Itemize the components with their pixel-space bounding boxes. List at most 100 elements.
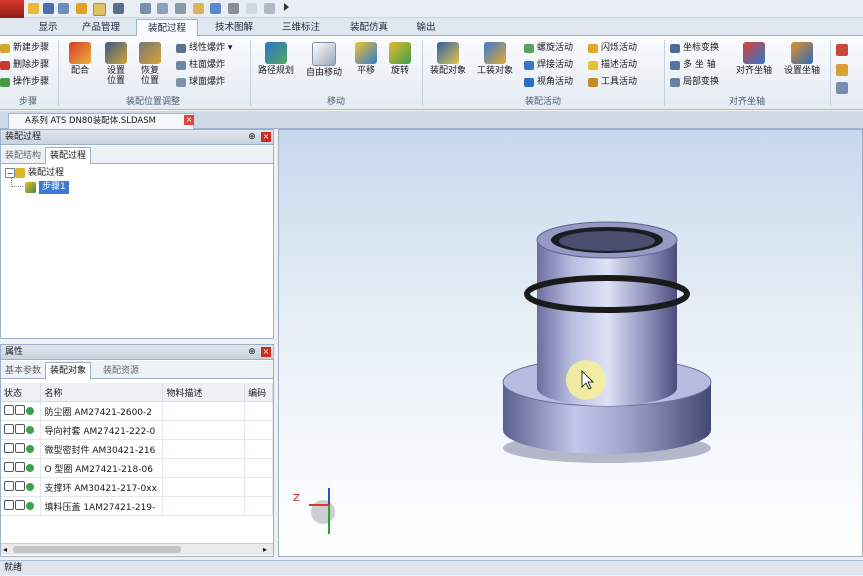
rotate-button[interactable]: 旋转 — [384, 42, 416, 76]
path-plan-button[interactable]: 路径规划 — [254, 42, 298, 76]
delete-step-button[interactable]: 删除步骤 — [0, 58, 49, 73]
tree-expander[interactable]: − — [5, 168, 15, 178]
axis-triad[interactable]: Z — [293, 488, 335, 534]
free-move-button[interactable]: 自由移动 — [302, 42, 346, 78]
column-header-status[interactable]: 状态 — [1, 383, 42, 402]
table-row[interactable]: 支撑环 AM30421-217-0xx — [1, 477, 273, 497]
axis-transform-button[interactable]: 坐标变换 — [670, 41, 719, 56]
table-row[interactable]: 填料压盖 1AM27421-219- — [1, 496, 273, 516]
3d-model-canvas[interactable]: Z — [279, 130, 862, 556]
action-step-icon — [0, 78, 10, 87]
tree-root[interactable]: 装配过程 — [28, 167, 64, 179]
view-activity-button[interactable]: 视角活动 — [524, 75, 573, 90]
overflow-tool-icon[interactable] — [836, 82, 848, 94]
linear-explode-button[interactable]: 线性爆炸 ▾ — [176, 41, 232, 56]
tab-assembly-objects[interactable]: 装配对象 — [45, 362, 92, 379]
new-step-icon — [0, 44, 10, 53]
column-header-name[interactable]: 名称 — [40, 383, 164, 402]
pan-icon[interactable] — [113, 3, 124, 14]
tab-output[interactable]: 输出 — [408, 19, 444, 36]
tab-display[interactable]: 显示 — [30, 19, 66, 36]
save-icon[interactable] — [43, 3, 54, 14]
column-header-material[interactable]: 物料描述 — [162, 383, 246, 402]
pin-icon[interactable]: ⊕ — [247, 132, 257, 142]
column-header-code[interactable]: 编码 — [244, 383, 273, 402]
horizontal-scrollbar[interactable]: ◂ ▸ — [1, 543, 273, 555]
cylinder-explode-button[interactable]: 柱面爆炸 — [176, 58, 225, 73]
set-axis-button[interactable]: 设置坐轴 — [780, 42, 824, 76]
new-step-button[interactable]: 新建步骤 — [0, 41, 49, 56]
scrollbar-thumb[interactable] — [13, 546, 181, 553]
open-icon[interactable] — [28, 3, 39, 14]
align-axis-button[interactable]: 对齐坐轴 — [732, 42, 776, 76]
close-icon[interactable]: × — [261, 132, 271, 142]
fit-button[interactable]: 配合 — [64, 42, 96, 76]
scroll-left-icon[interactable]: ◂ — [3, 545, 7, 554]
save-as-icon[interactable] — [58, 3, 69, 14]
assembly-object-button[interactable]: 装配对象 — [426, 42, 470, 76]
select-icon[interactable] — [93, 3, 106, 16]
tab-tech-illustration[interactable]: 技术图解 — [206, 19, 262, 36]
refresh-icon[interactable] — [264, 3, 275, 14]
path-plan-icon — [265, 42, 287, 64]
tab-basic-params[interactable]: 基本参数 — [1, 363, 45, 379]
visibility-icon[interactable] — [4, 424, 14, 434]
zoom-window-icon[interactable] — [157, 3, 168, 14]
zoom-icon[interactable] — [140, 3, 151, 14]
overflow-tool-icon[interactable] — [836, 44, 848, 56]
table-row[interactable]: O 型圈 AM27421-218-06 — [1, 458, 273, 478]
move-icon[interactable] — [76, 3, 87, 14]
table-row[interactable]: 防尘圈 AM27421-2600-2 — [1, 401, 273, 421]
light-icon[interactable] — [193, 3, 204, 14]
link-icon[interactable] — [228, 3, 239, 14]
flash-activity-button[interactable]: 闪烁活动 — [588, 41, 637, 56]
restore-position-button[interactable]: 恢复 位置 — [134, 42, 166, 86]
overflow-tool-icon[interactable] — [836, 64, 848, 76]
view-arrow-icon[interactable] — [210, 3, 221, 14]
sphere-explode-button[interactable]: 球面爆炸 — [176, 75, 225, 90]
document-tab[interactable]: A系列 ATS DN80装配体.SLDASM — [8, 113, 194, 129]
group-label-activity: 装配活动 — [524, 97, 561, 107]
close-icon[interactable]: × — [184, 115, 194, 125]
multi-axis-button[interactable]: 多 坐 轴 — [670, 58, 716, 73]
visibility-icon[interactable] — [4, 481, 14, 491]
tab-assembly-structure[interactable]: 装配结构 — [1, 148, 45, 164]
translate-button[interactable]: 平移 — [350, 42, 382, 76]
table-row[interactable]: 导向衬套 AM27421-222-0 — [1, 420, 273, 440]
visibility-icon[interactable] — [4, 462, 14, 472]
ribbon-tabs: 显示 产品管理 装配过程 技术图解 三维标注 装配仿真 输出 — [0, 18, 863, 38]
pin-icon[interactable]: ⊕ — [247, 347, 257, 357]
tool-activity-button[interactable]: 工具活动 — [588, 75, 637, 90]
tree-item-step-1[interactable]: 步骤1 — [39, 181, 69, 194]
visibility-icon[interactable] — [4, 500, 14, 510]
describe-activity-button[interactable]: 描述活动 — [588, 58, 637, 73]
ribbon-separator — [664, 40, 665, 106]
local-transform-button[interactable]: 局部变换 — [670, 75, 719, 90]
visibility-icon[interactable] — [4, 405, 14, 415]
tab-3d-annotation[interactable]: 三维标注 — [272, 19, 330, 36]
app-logo-icon[interactable] — [0, 0, 24, 18]
bushing-part[interactable] — [502, 221, 712, 463]
table-row[interactable]: 微型密封件 AM30421-216 — [1, 439, 273, 459]
dropdown-arrow-icon[interactable]: ▾ — [225, 43, 233, 53]
visibility-icon[interactable] — [4, 443, 14, 453]
scroll-right-icon[interactable]: ▸ — [263, 545, 267, 554]
rotate-icon — [389, 42, 411, 64]
table-header-row: 状态 名称 物料描述 编码 — [1, 383, 273, 402]
part-icon — [15, 481, 25, 491]
set-position-button[interactable]: 设置 位置 — [100, 42, 132, 86]
weld-activity-button[interactable]: 焊接活动 — [524, 58, 573, 73]
3d-viewport[interactable]: Z — [278, 129, 863, 557]
tab-product-management[interactable]: 产品管理 — [74, 19, 128, 36]
tab-assembly-process-list[interactable]: 装配过程 — [45, 147, 92, 164]
assembly-object-icon — [437, 42, 459, 64]
tool-object-button[interactable]: 工装对象 — [473, 42, 517, 76]
more-arrow-icon[interactable] — [284, 3, 289, 11]
tab-assembly-simulation[interactable]: 装配仿真 — [340, 19, 398, 36]
rotate-view-icon[interactable] — [246, 3, 257, 14]
close-icon[interactable]: × — [261, 347, 271, 357]
screw-activity-button[interactable]: 螺旋活动 — [524, 41, 573, 56]
action-step-button[interactable]: 操作步骤 — [0, 75, 49, 90]
zoom-fit-icon[interactable] — [175, 3, 186, 14]
tab-assembly-resources[interactable]: 装配资源 — [99, 363, 143, 379]
